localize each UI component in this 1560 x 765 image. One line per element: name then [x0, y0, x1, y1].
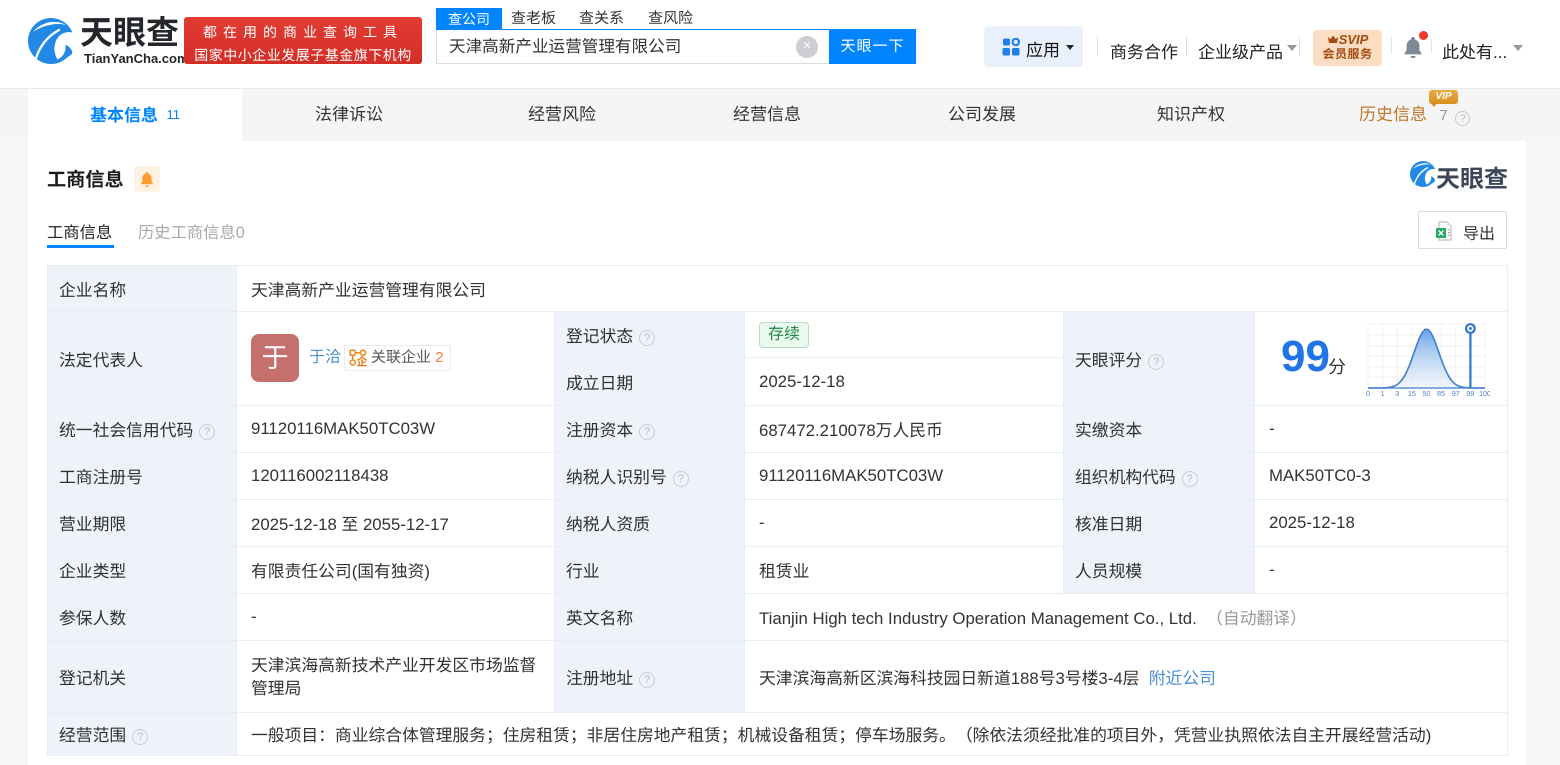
svg-text:99: 99	[1466, 389, 1474, 398]
svg-text:15: 15	[1408, 389, 1416, 398]
svg-text:85: 85	[1437, 389, 1445, 398]
svg-text:100: 100	[1479, 389, 1490, 398]
svg-text:1: 1	[1381, 389, 1385, 398]
svg-text:3: 3	[1395, 389, 1399, 398]
svg-text:50: 50	[1423, 389, 1431, 398]
svg-text:企: 企	[357, 354, 368, 368]
svg-text:0: 0	[1366, 389, 1370, 398]
svg-text:97: 97	[1452, 389, 1460, 398]
